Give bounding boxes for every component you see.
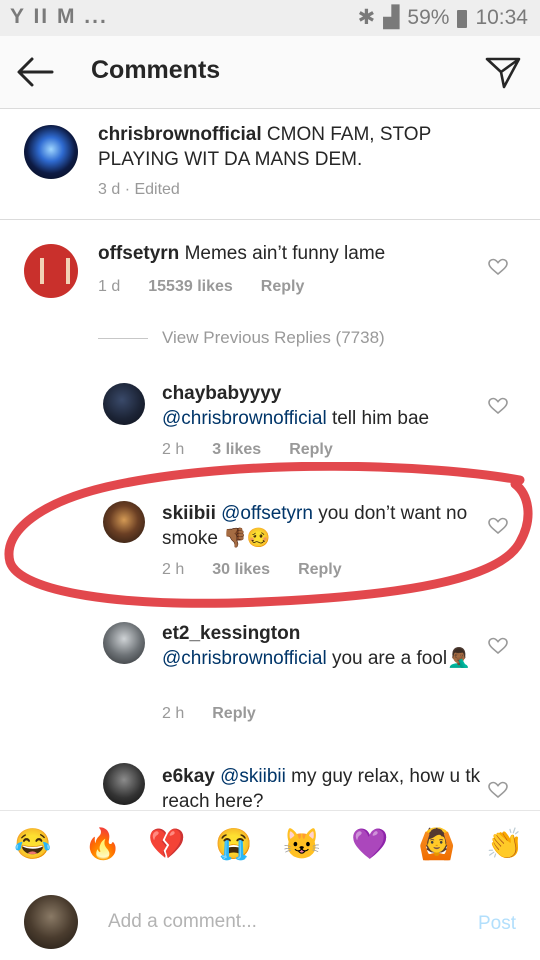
reply-username[interactable]: e6kay — [162, 766, 215, 787]
battery-percent: 59% — [407, 5, 450, 29]
clock: 10:34 — [475, 5, 528, 29]
comment-composer: Add a comment... Post — [0, 883, 540, 960]
battery-icon — [457, 9, 468, 28]
heart-icon[interactable] — [488, 637, 508, 655]
back-arrow-icon[interactable] — [16, 54, 56, 90]
post-button[interactable]: Post — [478, 913, 516, 935]
mention-link[interactable]: @chrisbrownofficial — [162, 648, 327, 669]
mention-link[interactable]: @skiibii — [220, 766, 286, 787]
status-bar: Y II M ... ✱ ▟ 59% 10:34 — [0, 0, 540, 36]
emoji-broken-heart-button[interactable]: 💔 — [148, 827, 185, 863]
emoji-cat-button[interactable]: 😺 — [283, 827, 320, 863]
reply-username[interactable]: chaybabyyyy — [162, 383, 281, 404]
bluetooth-icon: ✱ — [357, 6, 376, 29]
reply-time: 2 h — [162, 441, 185, 458]
reply-username[interactable]: et2_kessington — [162, 623, 300, 644]
mention-link[interactable]: @chrisbrownofficial — [162, 408, 327, 429]
comment-input[interactable]: Add a comment... — [108, 911, 257, 933]
caption-meta: 3 d · Edited — [98, 181, 180, 198]
emoji-joy-button[interactable]: 😂 — [14, 827, 51, 863]
reply-button[interactable]: Reply — [289, 441, 333, 459]
reply-button[interactable]: Reply — [261, 278, 305, 296]
reply-meta: 2 h Reply — [162, 705, 256, 723]
emoji-crying-button[interactable]: 😭 — [215, 827, 252, 863]
reply-button[interactable]: Reply — [212, 705, 256, 723]
caption-text: chrisbrownofficial CMON FAM, STOP PLAYIN… — [98, 122, 498, 172]
comment-time: 1 d — [98, 278, 121, 295]
heart-icon[interactable] — [488, 258, 508, 276]
avatar-e6kay[interactable] — [103, 763, 145, 805]
reply-meta: 2 h 3 likes Reply — [162, 441, 333, 459]
heart-icon[interactable] — [488, 781, 508, 799]
reply-body: you are a fool🤦🏾‍♂️ — [331, 648, 471, 669]
comment-username[interactable]: offsetyrn — [98, 243, 179, 264]
avatar-logo — [40, 258, 70, 284]
page-title: Comments — [91, 56, 221, 84]
comment-body: Memes ain’t funny lame — [184, 243, 386, 264]
avatar-chaybabyyyy[interactable] — [103, 383, 145, 425]
view-previous-replies-link[interactable]: View Previous Replies (7738) — [162, 328, 385, 348]
comment-text: offsetyrn Memes ain’t funny lame — [98, 241, 468, 266]
app-header: Comments — [0, 36, 540, 109]
comment-meta: 1 d 15539 likes Reply — [98, 278, 304, 296]
reply-time: 2 h — [162, 705, 185, 722]
caption-divider — [0, 219, 540, 220]
emoji-clap-button[interactable]: 👏 — [486, 827, 523, 863]
heart-icon[interactable] — [488, 397, 508, 415]
emoji-fire-button[interactable]: 🔥 — [84, 827, 121, 863]
reply-likes[interactable]: 3 likes — [212, 441, 261, 459]
emoji-gesture-button[interactable]: 🙆 — [418, 827, 455, 863]
notification-icons: Y II M ... — [10, 5, 108, 28]
annotation-circle — [4, 462, 533, 608]
comment-likes[interactable]: 15539 likes — [148, 278, 233, 296]
avatar-et2-kessington[interactable] — [103, 622, 145, 664]
direct-send-icon[interactable] — [484, 54, 522, 90]
replies-divider-line — [98, 338, 148, 339]
reply-text: chaybabyyyy @chrisbrownofficial tell him… — [162, 381, 482, 431]
caption-username[interactable]: chrisbrownofficial — [98, 124, 262, 145]
reply-body: tell him bae — [331, 408, 430, 429]
avatar-chrisbrownofficial[interactable] — [24, 125, 78, 179]
avatar-offsetyrn[interactable] — [24, 244, 78, 298]
reply-text: et2_kessington @chrisbrownofficial you a… — [162, 621, 482, 671]
current-user-avatar — [24, 895, 78, 949]
emoji-purple-heart-button[interactable]: 💜 — [351, 827, 388, 863]
reply-text: e6kay @skiibii my guy relax, how u tk re… — [162, 764, 482, 814]
signal-icon: ▟ — [383, 6, 400, 29]
emoji-quick-bar: 😂 🔥 💔 😭 😺 💜 🙆 👏 — [0, 810, 540, 884]
